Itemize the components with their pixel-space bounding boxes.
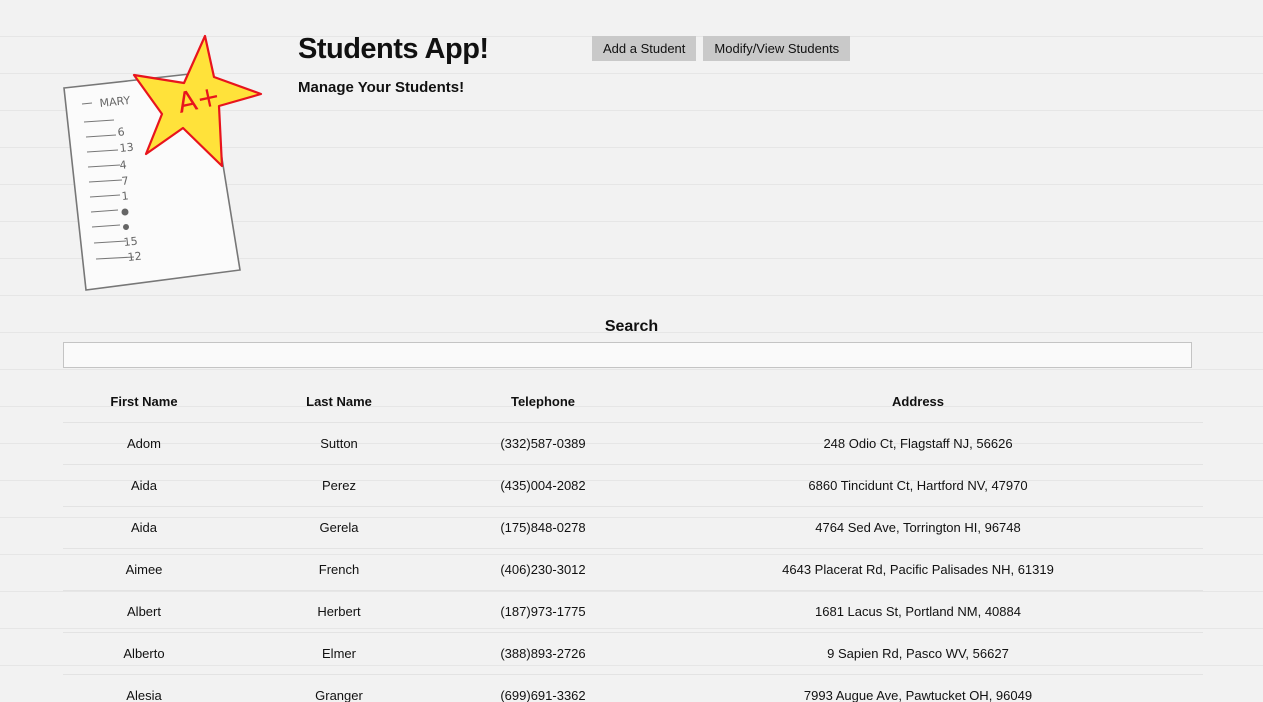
cell-address: 6860 Tincidunt Ct, Hartford NV, 47970 [633,464,1203,507]
cell-first-name: Alberto [63,632,225,675]
svg-text:15: 15 [123,235,138,249]
column-header-telephone: Telephone [453,380,633,423]
cell-last-name: Sutton [225,422,453,465]
column-header-address: Address [633,380,1203,423]
table-row[interactable]: Aida Perez (435)004-2082 6860 Tincidunt … [63,464,1203,507]
column-header-first-name: First Name [63,380,225,423]
cell-last-name: Herbert [225,590,453,633]
table-row[interactable]: Albert Herbert (187)973-1775 1681 Lacus … [63,590,1203,633]
cell-first-name: Adom [63,422,225,465]
cell-last-name: Gerela [225,506,453,549]
cell-first-name: Aimee [63,548,225,591]
cell-address: 248 Odio Ct, Flagstaff NJ, 56626 [633,422,1203,465]
table-row[interactable]: Alesia Granger (699)691-3362 7993 Augue … [63,674,1203,702]
svg-text:6: 6 [117,125,125,139]
cell-first-name: Aida [63,464,225,507]
table-row[interactable]: Aida Gerela (175)848-0278 4764 Sed Ave, … [63,506,1203,549]
students-table: First Name Last Name Telephone Address A… [63,380,1203,702]
report-card-star-logo: MARY 6 13 4 7 1 15 12 A+ [63,34,263,291]
search-label: Search [604,318,659,335]
top-nav: Add a Student Modify/View Students [592,36,851,61]
search-input[interactable] [63,342,1192,368]
cell-telephone: (332)587-0389 [453,422,633,465]
svg-text:13: 13 [119,141,134,155]
cell-address: 9 Sapien Rd, Pasco WV, 56627 [633,632,1203,675]
svg-text:1: 1 [121,189,129,203]
cell-last-name: Elmer [225,632,453,675]
page-title: Students App! [298,33,489,65]
cell-address: 4643 Placerat Rd, Pacific Palisades NH, … [633,548,1203,591]
cell-last-name: Perez [225,464,453,507]
page-subtitle: Manage Your Students! [298,79,465,96]
cell-telephone: (388)893-2726 [453,632,633,675]
cell-telephone: (187)973-1775 [453,590,633,633]
cell-first-name: Alesia [63,674,225,702]
cell-address: 7993 Augue Ave, Pawtucket OH, 96049 [633,674,1203,702]
table-row[interactable]: Aimee French (406)230-3012 4643 Placerat… [63,548,1203,591]
add-student-button[interactable]: Add a Student [592,36,697,61]
cell-first-name: Albert [63,590,225,633]
cell-last-name: French [225,548,453,591]
table-header-row: First Name Last Name Telephone Address [63,380,1203,423]
table-row[interactable]: Adom Sutton (332)587-0389 248 Odio Ct, F… [63,422,1203,465]
cell-first-name: Aida [63,506,225,549]
cell-telephone: (175)848-0278 [453,506,633,549]
table-row[interactable]: Alberto Elmer (388)893-2726 9 Sapien Rd,… [63,632,1203,675]
cell-telephone: (435)004-2082 [453,464,633,507]
cell-address: 1681 Lacus St, Portland NM, 40884 [633,590,1203,633]
cell-address: 4764 Sed Ave, Torrington HI, 96748 [633,506,1203,549]
modify-view-students-button[interactable]: Modify/View Students [703,36,851,61]
column-header-last-name: Last Name [225,380,453,423]
cell-last-name: Granger [225,674,453,702]
svg-text:4: 4 [119,158,127,172]
svg-text:7: 7 [121,174,129,188]
cell-telephone: (699)691-3362 [453,674,633,702]
svg-text:12: 12 [127,250,142,264]
cell-telephone: (406)230-3012 [453,548,633,591]
